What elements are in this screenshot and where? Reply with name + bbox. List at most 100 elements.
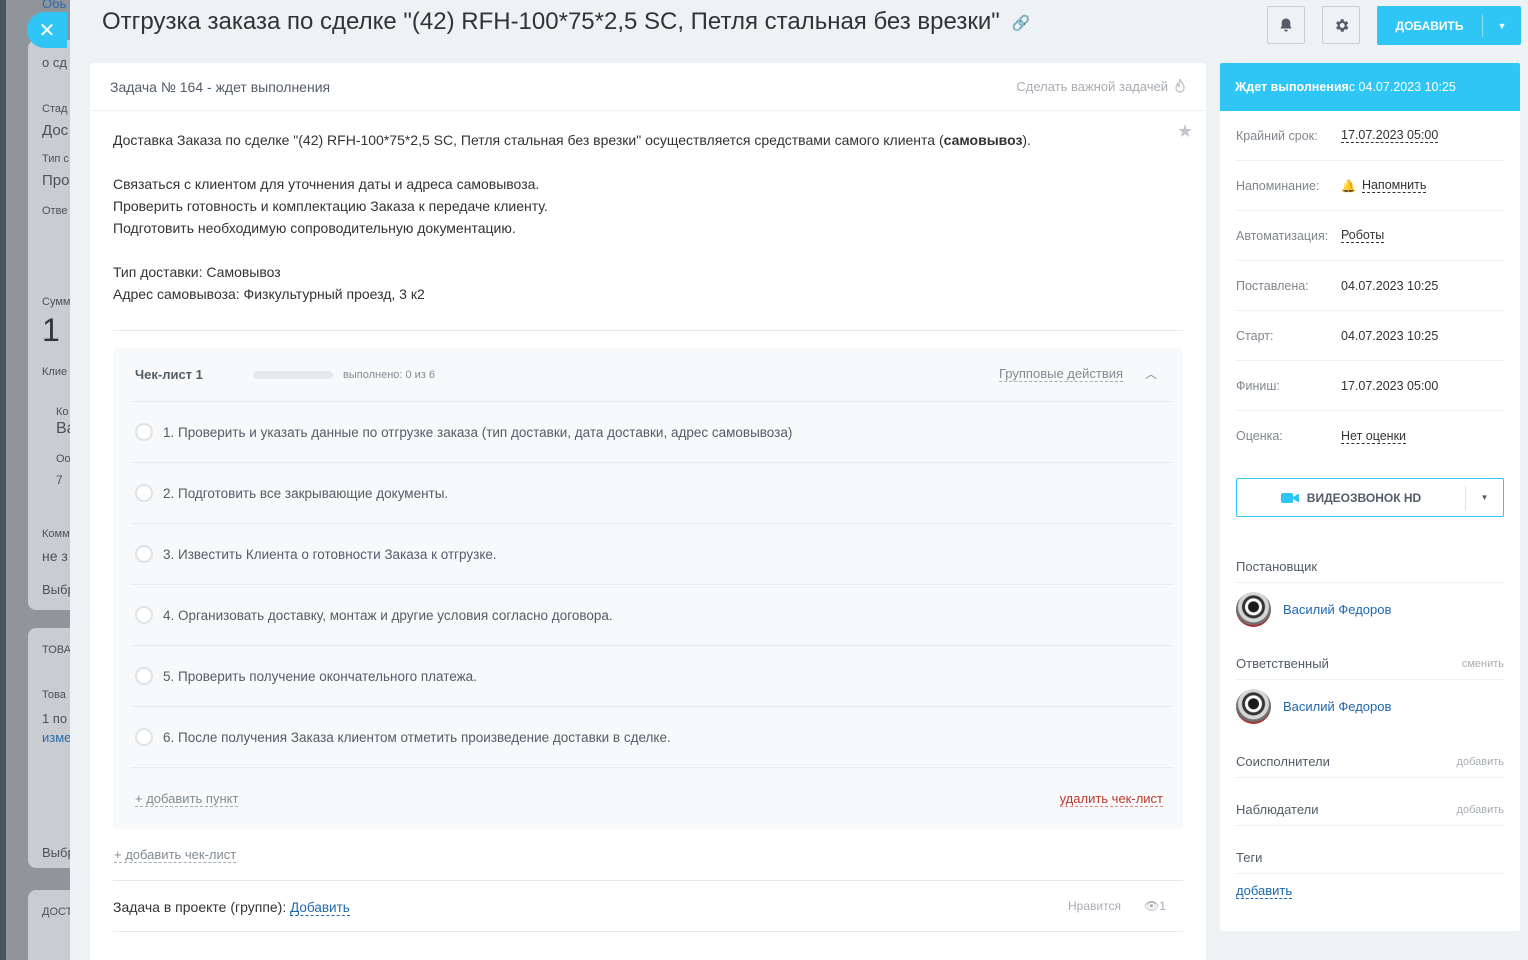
link-icon[interactable]: 🔗 bbox=[1012, 14, 1031, 32]
task-description: Доставка Заказа по сделке "(42) RFH-100*… bbox=[113, 129, 1153, 305]
add-auditor-link[interactable]: добавить bbox=[1457, 802, 1504, 816]
add-checklist-link[interactable]: + добавить чек-лист bbox=[114, 847, 237, 863]
background-text: Сумм bbox=[42, 296, 70, 308]
add-accomplice-link[interactable]: добавить bbox=[1457, 754, 1504, 768]
mark-value[interactable]: Нет оценки bbox=[1341, 429, 1407, 444]
robots-link[interactable]: Роботы bbox=[1341, 228, 1385, 243]
change-responsible-link[interactable]: сменить bbox=[1462, 656, 1504, 670]
description-line: Тип доставки: Самовывоз bbox=[113, 264, 281, 280]
responsible-section-title: Ответственный сменить bbox=[1236, 656, 1504, 680]
group-actions-link[interactable]: Групповые действия bbox=[999, 366, 1124, 382]
avatar[interactable] bbox=[1236, 689, 1271, 724]
eye-icon: 👁 bbox=[1144, 899, 1160, 913]
checklist-item[interactable]: 6. После получения Заказа клиентом отмет… bbox=[131, 707, 1173, 768]
description-text: ). bbox=[1022, 132, 1031, 148]
bell-icon bbox=[1280, 18, 1292, 32]
chevron-up-icon[interactable]: ︿ bbox=[1145, 365, 1157, 382]
delete-checklist-link[interactable]: удалить чек-лист bbox=[1059, 791, 1163, 807]
checklist-header: Чек-лист 1 выполнено: 0 из 6 Групповые д… bbox=[113, 348, 1183, 401]
background-text: Отве bbox=[42, 205, 68, 217]
deadline-value[interactable]: 17.07.2023 05:00 bbox=[1341, 128, 1439, 143]
background-text: о сд bbox=[42, 55, 67, 70]
checkbox-circle[interactable] bbox=[135, 423, 153, 441]
background-text: изме bbox=[42, 730, 70, 745]
description-divider bbox=[113, 330, 1183, 331]
checklist-footer: + добавить пункт удалить чек-лист bbox=[113, 768, 1183, 830]
section-title-text: Соисполнители bbox=[1236, 754, 1330, 769]
checkbox-circle[interactable] bbox=[135, 484, 153, 502]
description-line: Адрес самовывоза: Физкультурный проезд, … bbox=[113, 286, 425, 302]
automation-row: Автоматизация: Роботы bbox=[1236, 211, 1504, 261]
background-text: Комм bbox=[42, 528, 70, 540]
background-text: Тип с bbox=[42, 153, 69, 165]
video-camera-icon bbox=[1280, 492, 1299, 503]
project-label: Задача в проекте (группе): bbox=[113, 899, 287, 915]
make-important-link[interactable]: Сделать важной задачей bbox=[1016, 79, 1186, 94]
add-item-link[interactable]: + добавить пункт bbox=[135, 791, 239, 807]
like-link[interactable]: Нравится bbox=[1068, 899, 1121, 913]
creator-name-link[interactable]: Василий Федоров bbox=[1283, 602, 1391, 617]
task-slider: Отгрузка заказа по сделке "(42) RFH-100*… bbox=[70, 0, 1528, 960]
chevron-down-icon[interactable]: ▼ bbox=[1466, 493, 1503, 502]
task-sidebar: Ждет выполнения с 04.07.2023 10:25 Крайн… bbox=[1220, 63, 1520, 931]
checklist-item[interactable]: 4. Организовать доставку, монтаж и други… bbox=[131, 585, 1173, 646]
status-header: Ждет выполнения с 04.07.2023 10:25 bbox=[1220, 63, 1520, 111]
description-blank bbox=[113, 239, 1153, 261]
responsible-name-link[interactable]: Василий Федоров bbox=[1283, 699, 1391, 714]
row-label: Поставлена: bbox=[1236, 278, 1309, 293]
checkbox-circle[interactable] bbox=[135, 545, 153, 563]
add-button[interactable]: ДОБАВИТЬ ▼ bbox=[1377, 6, 1521, 45]
background-text: Обь bbox=[42, 0, 67, 11]
flame-icon bbox=[1175, 79, 1185, 93]
checklist-item[interactable]: 5. Проверить получение окончательного пл… bbox=[131, 646, 1173, 707]
row-label: Старт: bbox=[1236, 328, 1274, 343]
background-text: Това bbox=[42, 689, 66, 701]
video-call-label-wrap: ВИДЕОЗВОНОК HD bbox=[1237, 491, 1465, 505]
checkbox-circle[interactable] bbox=[135, 606, 153, 624]
background-text: Ко bbox=[56, 406, 69, 418]
checklist-item[interactable]: 1. Проверить и указать данные по отгрузк… bbox=[131, 402, 1173, 463]
project-row: Задача в проекте (группе): Добавить bbox=[113, 899, 350, 916]
page-title: Отгрузка заказа по сделке "(42) RFH-100*… bbox=[102, 8, 1030, 36]
add-project-link[interactable]: Добавить bbox=[290, 900, 350, 916]
start-value: 04.07.2023 10:25 bbox=[1341, 328, 1439, 343]
description-line: Связаться с клиентом для уточнения даты … bbox=[113, 176, 540, 192]
description-line: Проверить готовность и комплектацию Зака… bbox=[113, 198, 548, 214]
description-line: Подготовить необходимую сопроводительную… bbox=[113, 220, 516, 236]
favorite-star-icon[interactable]: ★ bbox=[1177, 121, 1193, 142]
bell-icon: 🔔 bbox=[1341, 178, 1356, 193]
section-title-text: Постановщик bbox=[1236, 559, 1318, 574]
description-line: Доставка Заказа по сделке "(42) RFH-100*… bbox=[113, 129, 1153, 151]
checklist-item[interactable]: 2. Подготовить все закрывающие документы… bbox=[131, 463, 1173, 524]
background-text: Дос bbox=[42, 122, 69, 139]
checklist-item[interactable]: 3. Известить Клиента о готовности Заказа… bbox=[131, 524, 1173, 585]
responsible-person[interactable]: Василий Федоров bbox=[1236, 689, 1504, 724]
notifications-button[interactable] bbox=[1267, 6, 1305, 44]
avatar[interactable] bbox=[1236, 592, 1271, 627]
reminder-label: Напомнить bbox=[1361, 178, 1427, 193]
make-important-label: Сделать важной задачей bbox=[1016, 79, 1168, 94]
checkbox-circle[interactable] bbox=[135, 667, 153, 685]
description-text: Доставка Заказа по сделке "(42) RFH-100*… bbox=[113, 132, 944, 148]
background-text: 7 bbox=[56, 473, 63, 487]
checklist-item-text: 6. После получения Заказа клиентом отмет… bbox=[163, 729, 671, 745]
creator-person[interactable]: Василий Федоров bbox=[1236, 592, 1504, 627]
gear-icon bbox=[1335, 18, 1348, 32]
reminder-link[interactable]: 🔔 Напомнить bbox=[1341, 178, 1427, 193]
checklist-item-text: 3. Известить Клиента о готовности Заказа… bbox=[163, 546, 497, 562]
created-value: 04.07.2023 10:25 bbox=[1341, 278, 1439, 293]
background-text: ТОВА bbox=[42, 644, 70, 656]
close-slider-button[interactable]: ✕ bbox=[27, 12, 67, 48]
checklist-progress-bar bbox=[253, 370, 333, 379]
add-tags-link[interactable]: добавить bbox=[1236, 883, 1293, 899]
chevron-down-icon[interactable]: ▼ bbox=[1483, 21, 1521, 31]
task-number-status: Задача № 164 - ждет выполнения bbox=[110, 78, 331, 95]
row-label: Финиш: bbox=[1236, 378, 1280, 393]
created-row: Поставлена: 04.07.2023 10:25 bbox=[1236, 261, 1504, 311]
checkbox-circle[interactable] bbox=[135, 728, 153, 746]
background-text: 1 по bbox=[42, 711, 68, 726]
finish-row: Финиш: 17.07.2023 05:00 bbox=[1236, 361, 1504, 411]
video-call-button[interactable]: ВИДЕОЗВОНОК HD ▼ bbox=[1236, 478, 1504, 517]
settings-button[interactable] bbox=[1322, 6, 1360, 44]
